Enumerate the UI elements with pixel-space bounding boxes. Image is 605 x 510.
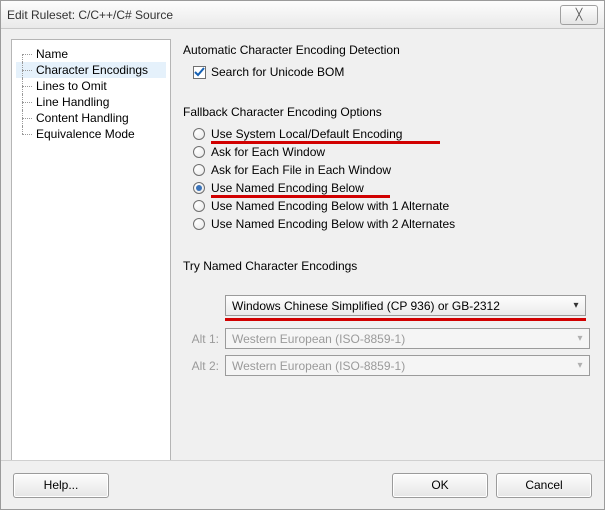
section-heading-named: Try Named Character Encodings	[183, 259, 590, 273]
sidebar-item-equivalence-mode[interactable]: Equivalence Mode	[16, 126, 166, 142]
content-panel: Automatic Character Encoding Detection S…	[179, 39, 594, 461]
radio-row-named-below[interactable]: Use Named Encoding Below	[193, 181, 590, 195]
sidebar-item-content-handling[interactable]: Content Handling	[16, 110, 166, 126]
radio-named-below[interactable]	[193, 182, 205, 194]
combo-alt1-encoding: Western European (ISO-8859-1) ▾	[225, 328, 590, 349]
radio-named-below-1alt[interactable]	[193, 200, 205, 212]
button-label: OK	[431, 478, 448, 492]
button-label: Help...	[44, 478, 79, 492]
check-icon	[194, 67, 205, 78]
chevron-down-icon: ▾	[571, 360, 589, 371]
combo-primary-encoding[interactable]: Windows Chinese Simplified (CP 936) or G…	[225, 295, 586, 316]
radio-named-below-2alt[interactable]	[193, 218, 205, 230]
radio-row-system-default[interactable]: Use System Local/Default Encoding	[193, 127, 590, 141]
radio-label: Use Named Encoding Below	[211, 181, 364, 195]
radio-row-ask-window[interactable]: Ask for Each Window	[193, 145, 590, 159]
checkbox-search-bom[interactable]	[193, 66, 206, 79]
window-title: Edit Ruleset: C/C++/C# Source	[7, 8, 560, 22]
radio-label: Use Named Encoding Below with 2 Alternat…	[211, 217, 455, 231]
radio-ask-window[interactable]	[193, 146, 205, 158]
dialog-body: Name Character Encodings Lines to Omit L…	[1, 29, 604, 461]
highlight-underline	[225, 318, 586, 321]
dialog-footer: Help... OK Cancel	[1, 460, 604, 509]
chevron-down-icon: ▾	[571, 333, 589, 344]
combo-value: Western European (ISO-8859-1)	[226, 359, 571, 373]
combo-value: Western European (ISO-8859-1)	[226, 332, 571, 346]
radio-ask-file[interactable]	[193, 164, 205, 176]
sidebar-item-label: Content Handling	[36, 111, 129, 125]
combo-value: Windows Chinese Simplified (CP 936) or G…	[226, 299, 567, 313]
section-heading-fallback: Fallback Character Encoding Options	[183, 105, 590, 119]
section-heading-auto: Automatic Character Encoding Detection	[183, 43, 590, 57]
cancel-button[interactable]: Cancel	[496, 473, 592, 498]
titlebar: Edit Ruleset: C/C++/C# Source ╳	[1, 1, 604, 29]
radio-label: Use Named Encoding Below with 1 Alternat…	[211, 199, 449, 213]
help-button[interactable]: Help...	[13, 473, 109, 498]
button-label: Cancel	[525, 478, 562, 492]
sidebar-item-name[interactable]: Name	[16, 46, 166, 62]
radio-label: Ask for Each File in Each Window	[211, 163, 391, 177]
alt2-label: Alt 2:	[183, 359, 219, 373]
ok-button[interactable]: OK	[392, 473, 488, 498]
alt1-label: Alt 1:	[183, 332, 219, 346]
dialog-window: Edit Ruleset: C/C++/C# Source ╳ Name Cha…	[0, 0, 605, 510]
radio-system-default[interactable]	[193, 128, 205, 140]
sidebar-item-lines-to-omit[interactable]: Lines to Omit	[16, 78, 166, 94]
combo-alt2-encoding: Western European (ISO-8859-1) ▾	[225, 355, 590, 376]
checkbox-label: Search for Unicode BOM	[211, 65, 344, 79]
radio-row-named-below-2alt[interactable]: Use Named Encoding Below with 2 Alternat…	[193, 217, 590, 231]
close-icon: ╳	[576, 8, 583, 21]
sidebar-item-character-encodings[interactable]: Character Encodings	[16, 62, 166, 78]
radio-label: Use System Local/Default Encoding	[211, 127, 402, 141]
sidebar-tree: Name Character Encodings Lines to Omit L…	[11, 39, 171, 461]
sidebar-item-label: Lines to Omit	[36, 79, 107, 93]
highlight-underline	[211, 195, 390, 198]
sidebar-item-label: Character Encodings	[36, 63, 148, 77]
close-button[interactable]: ╳	[560, 5, 598, 25]
sidebar-item-line-handling[interactable]: Line Handling	[16, 94, 166, 110]
radio-row-named-below-1alt[interactable]: Use Named Encoding Below with 1 Alternat…	[193, 199, 590, 213]
sidebar-item-label: Name	[36, 47, 68, 61]
sidebar-item-label: Equivalence Mode	[36, 127, 135, 141]
checkbox-row-search-bom[interactable]: Search for Unicode BOM	[193, 65, 590, 79]
radio-row-ask-file[interactable]: Ask for Each File in Each Window	[193, 163, 590, 177]
radio-label: Ask for Each Window	[211, 145, 325, 159]
highlight-underline	[211, 141, 440, 144]
chevron-down-icon: ▾	[567, 300, 585, 311]
sidebar-item-label: Line Handling	[36, 95, 109, 109]
